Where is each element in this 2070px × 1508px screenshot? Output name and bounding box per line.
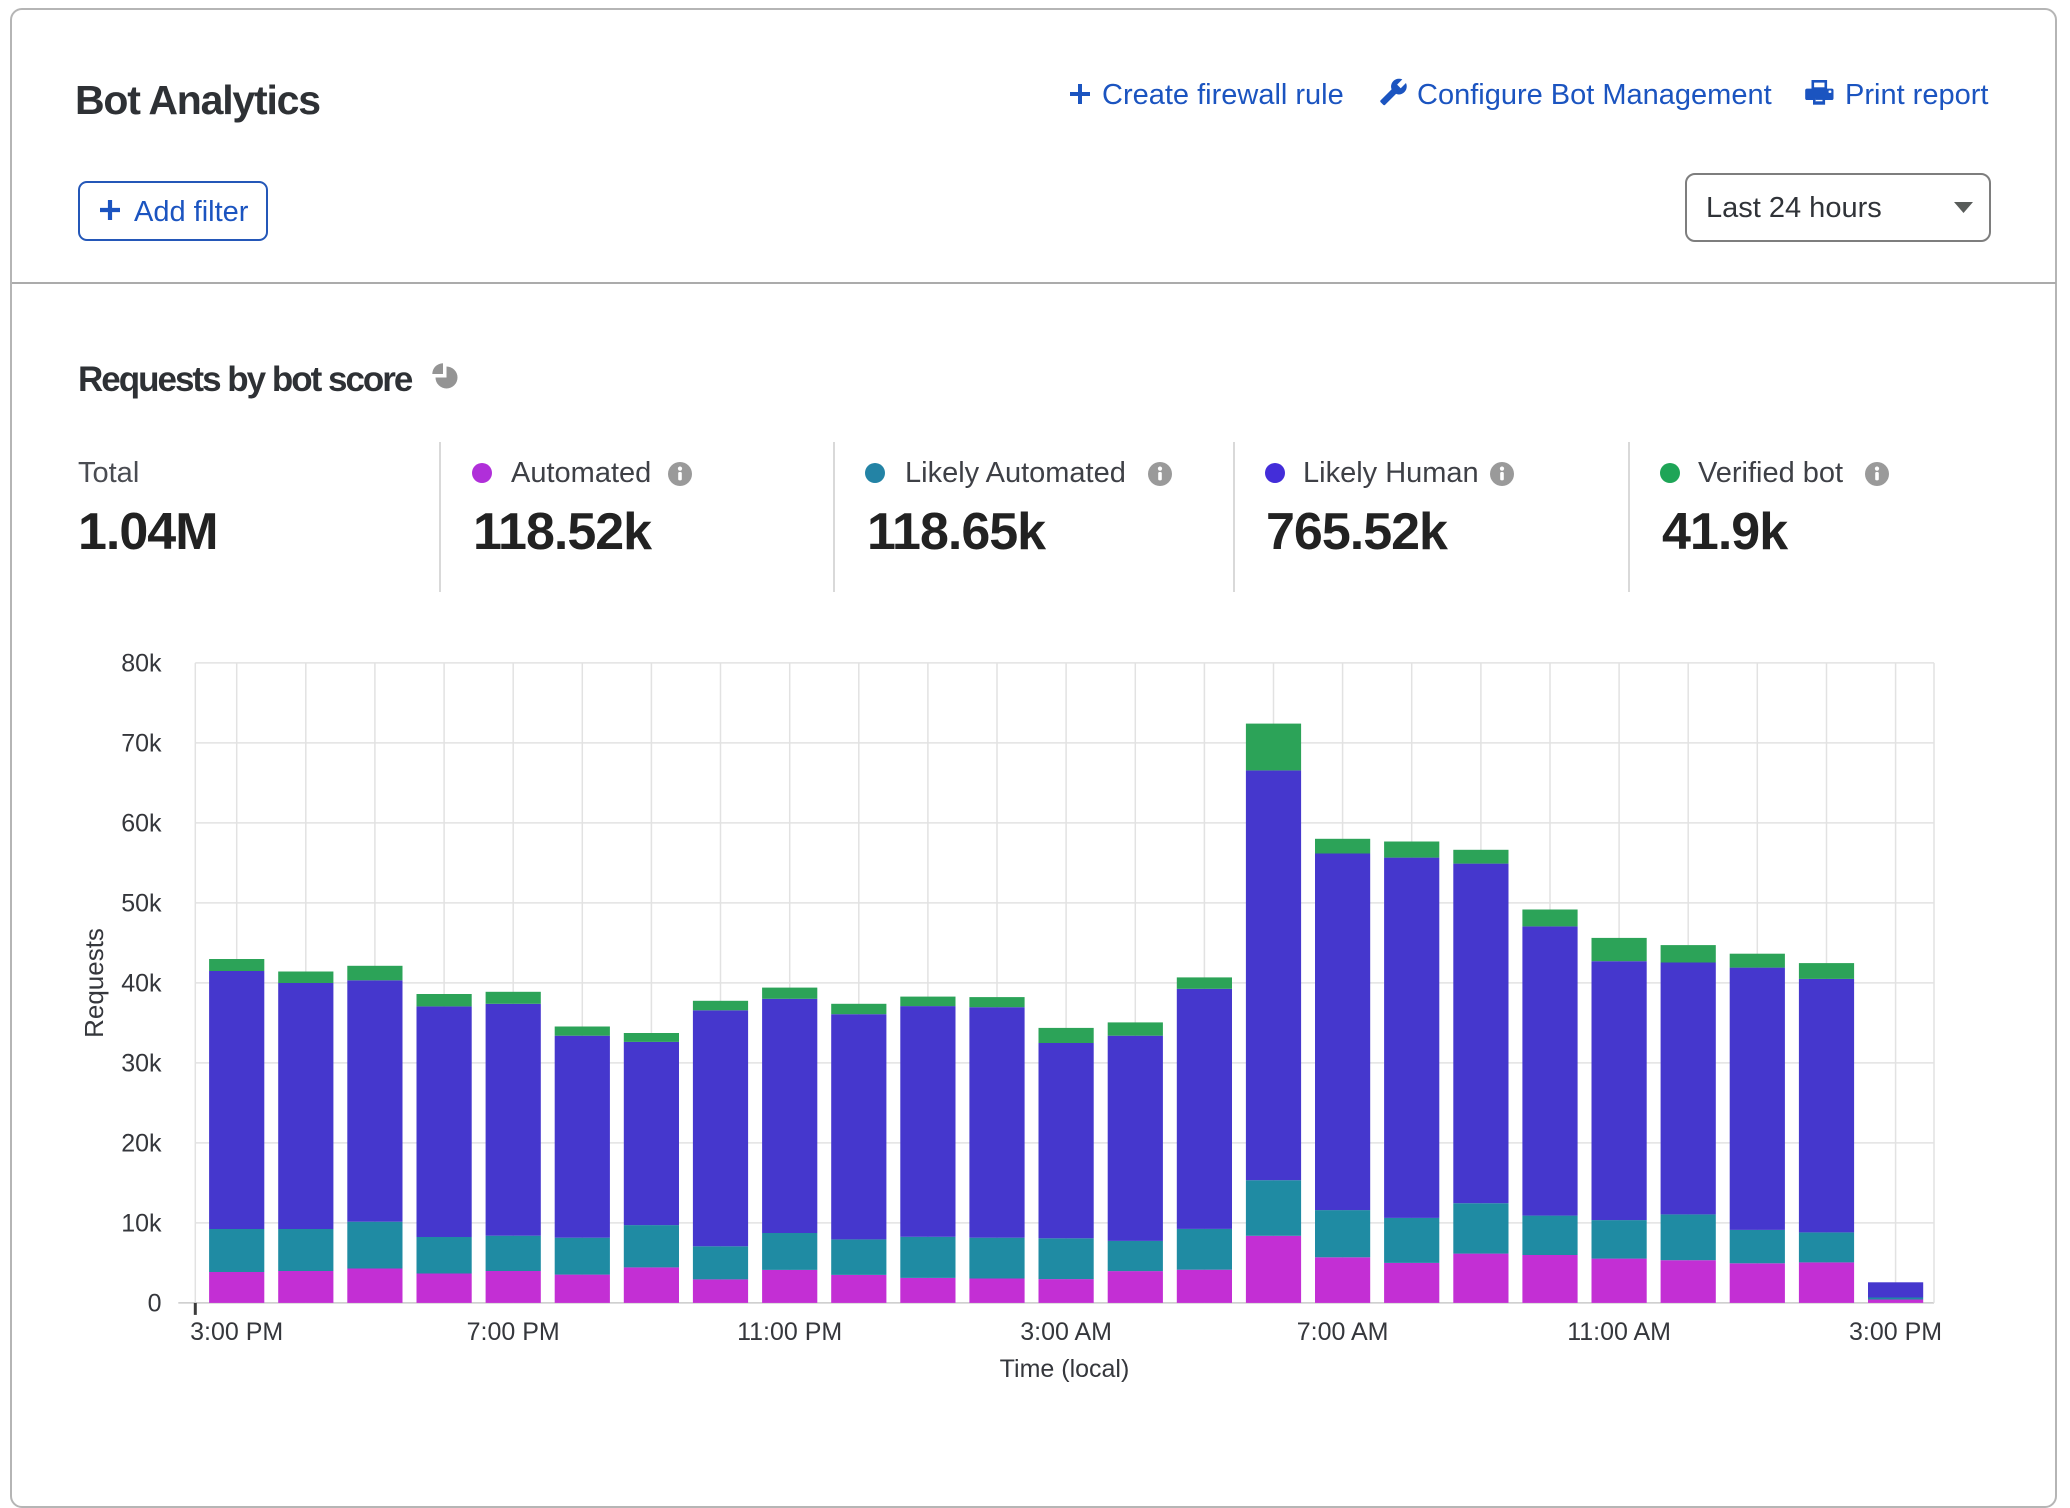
svg-text:3:00 AM: 3:00 AM [1020,1318,1112,1346]
svg-text:40k: 40k [121,969,162,997]
svg-text:Time (local): Time (local) [1000,1355,1130,1383]
svg-text:11:00 AM: 11:00 AM [1567,1318,1671,1346]
svg-text:20k: 20k [121,1129,162,1157]
svg-text:50k: 50k [121,889,162,917]
svg-text:7:00 PM: 7:00 PM [467,1318,560,1346]
svg-text:60k: 60k [121,809,162,837]
svg-text:7:00 AM: 7:00 AM [1297,1318,1389,1346]
svg-text:70k: 70k [121,729,162,757]
svg-text:11:00 PM: 11:00 PM [737,1318,842,1346]
svg-text:3:00 PM: 3:00 PM [190,1318,283,1346]
svg-text:3:00 PM: 3:00 PM [1849,1318,1942,1346]
svg-text:30k: 30k [121,1049,162,1077]
svg-text:10k: 10k [121,1209,162,1237]
svg-text:80k: 80k [121,649,162,677]
svg-text:Requests: Requests [79,928,109,1038]
svg-text:0: 0 [148,1289,162,1317]
